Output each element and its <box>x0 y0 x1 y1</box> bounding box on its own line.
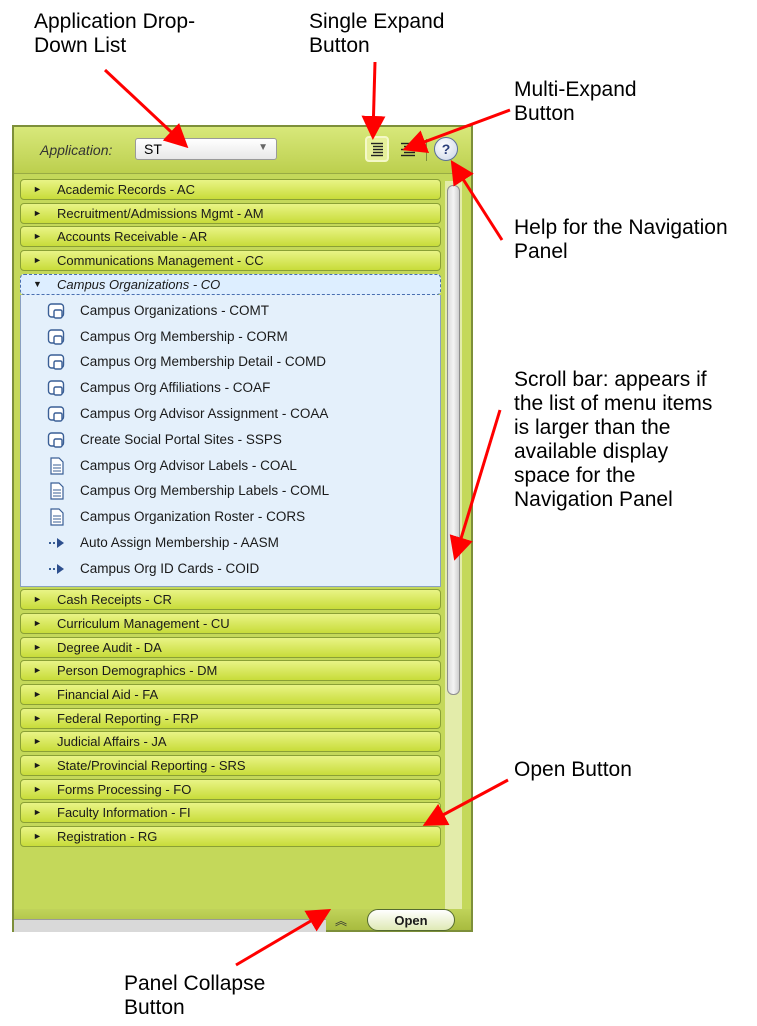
arrow-collapse <box>235 908 332 967</box>
arrow-open <box>422 778 509 826</box>
arrow-app-dropdown <box>103 68 189 149</box>
arrow-scrollbar <box>449 409 502 561</box>
arrow-help <box>450 159 504 241</box>
arrow-single-expand <box>361 61 386 140</box>
arrow-multi-expand <box>402 108 511 153</box>
annotation-arrows <box>103 61 511 967</box>
